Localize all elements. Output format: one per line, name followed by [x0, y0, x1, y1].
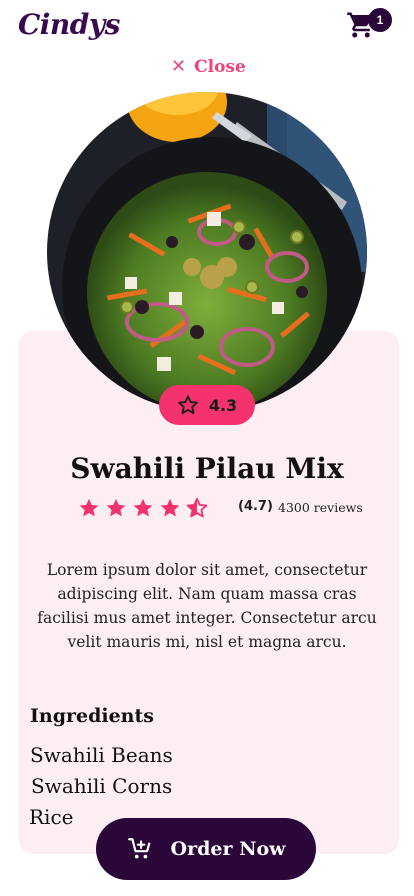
- cart-count-badge: 1: [368, 8, 392, 32]
- cart-button[interactable]: 1: [344, 8, 394, 42]
- product-description: Lorem ipsum dolor sit amet, consectetur …: [37, 561, 377, 651]
- close-label: Close: [194, 57, 246, 77]
- review-count[interactable]: 4300 reviews: [278, 500, 363, 515]
- star-icon: [160, 498, 180, 517]
- rating-badge-value: 4.3: [208, 395, 238, 415]
- ingredients-heading: Ingredients: [30, 705, 154, 727]
- star-icon: [106, 498, 126, 517]
- rating-score: (4.7): [238, 499, 273, 514]
- ingredient-item: Swahili Corns: [31, 774, 173, 798]
- star-icon: [79, 498, 99, 517]
- product-image: [47, 92, 367, 412]
- product-title: Swahili Pilau Mix: [70, 452, 344, 485]
- close-button[interactable]: ✕ Close: [171, 56, 246, 78]
- order-now-button[interactable]: Order Now: [96, 818, 316, 880]
- rating-badge: 4.3: [159, 385, 255, 425]
- brand-logo[interactable]: Cindys: [18, 8, 120, 41]
- order-now-label: Order Now: [170, 838, 286, 860]
- star-icon: [133, 498, 153, 517]
- close-icon: ✕: [171, 56, 187, 77]
- cart-add-icon: [127, 838, 150, 859]
- half-star-icon: [186, 497, 208, 518]
- star-rating: [78, 497, 208, 519]
- star-outline-icon: [177, 395, 198, 415]
- ingredient-item: Swahili Beans: [30, 743, 173, 767]
